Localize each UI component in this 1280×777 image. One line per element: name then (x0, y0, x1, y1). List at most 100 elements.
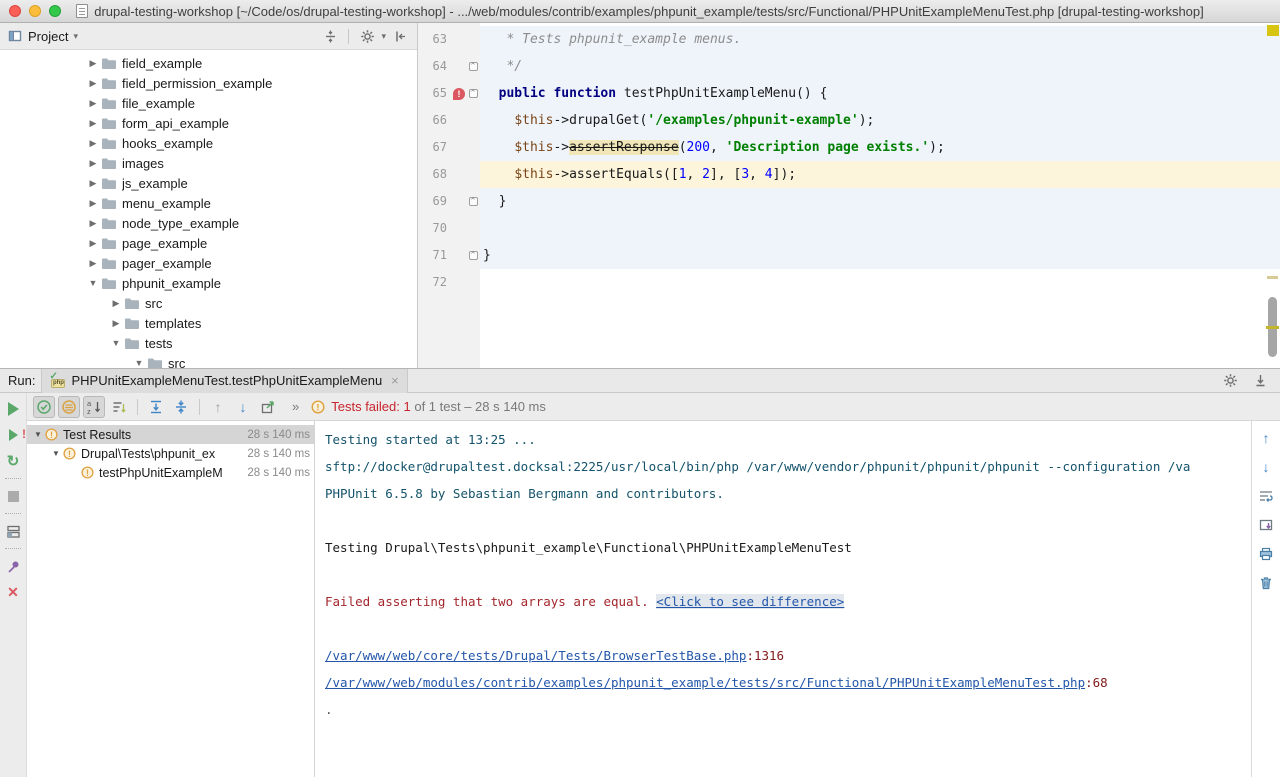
chevron-right-icon[interactable]: ▶ (85, 238, 101, 249)
project-tree-item[interactable]: ▶menu_example (0, 193, 417, 213)
soft-wrap-icon[interactable] (1257, 487, 1275, 505)
restore-layout-icon[interactable] (4, 522, 22, 540)
code-line[interactable]: } (480, 188, 1280, 215)
chevron-down-icon[interactable]: ▼ (85, 278, 101, 288)
code-line[interactable]: public function testPhpUnitExampleMenu()… (480, 80, 1280, 107)
code-line[interactable] (480, 269, 1280, 296)
svg-text:!: ! (86, 468, 89, 478)
chevron-right-icon[interactable]: ▶ (85, 218, 101, 229)
hide-panel-icon[interactable] (391, 27, 409, 45)
code-line[interactable]: } (480, 242, 1280, 269)
error-stripe-warning-mark[interactable] (1267, 25, 1279, 36)
chevron-right-icon[interactable]: ▶ (85, 98, 101, 109)
chevron-right-icon[interactable]: ▶ (85, 178, 101, 189)
project-tree-item[interactable]: ▶templates (0, 313, 417, 333)
code-line[interactable]: $this->assertResponse(200, 'Description … (480, 134, 1280, 161)
test-warning-icon: ! (63, 447, 78, 460)
test-tree-item[interactable]: !testPhpUnitExampleM28 s 140 ms (27, 463, 314, 482)
gear-icon[interactable] (358, 27, 376, 45)
close-window-button[interactable] (9, 5, 21, 17)
stop-button[interactable] (4, 487, 22, 505)
rerun-button[interactable] (4, 400, 22, 418)
code-line[interactable]: */ (480, 53, 1280, 80)
pin-tab-icon[interactable] (4, 557, 22, 575)
chevron-right-icon[interactable]: ▶ (85, 198, 101, 209)
console-link[interactable]: <Click to see difference> (656, 594, 844, 609)
clear-all-icon[interactable] (1257, 574, 1275, 592)
chevron-right-icon[interactable]: ▶ (85, 58, 101, 69)
chevron-right-icon[interactable]: ▶ (85, 158, 101, 169)
project-tree-item[interactable]: ▶form_api_example (0, 113, 417, 133)
error-stripe-warning-line[interactable] (1266, 326, 1279, 329)
previous-failed-test-icon[interactable]: ↑ (207, 396, 229, 418)
show-passed-icon[interactable] (33, 396, 55, 418)
error-stripe-tick[interactable] (1267, 276, 1278, 279)
chevron-right-icon[interactable]: ▶ (85, 118, 101, 129)
project-tree-item[interactable]: ▶hooks_example (0, 133, 417, 153)
test-tree-item[interactable]: ▼!Test Results28 s 140 ms (27, 425, 314, 444)
close-icon[interactable]: × (391, 373, 399, 388)
gear-icon[interactable] (1220, 371, 1240, 391)
code-line[interactable]: $this->assertEquals([1, 2], [3, 4]); (480, 161, 1280, 188)
close-panel-icon[interactable]: ✕ (4, 583, 22, 601)
fold-marker-icon[interactable]: ^ (469, 89, 478, 98)
down-stack-trace-icon[interactable]: ↓ (1257, 458, 1275, 476)
sort-by-duration-icon[interactable] (108, 396, 130, 418)
fold-marker-icon[interactable]: ^ (469, 251, 478, 260)
test-tree-item[interactable]: ▼!Drupal\Tests\phpunit_ex28 s 140 ms (27, 444, 314, 463)
test-failed-icon[interactable]: ! (453, 88, 465, 100)
chevron-right-icon[interactable]: ▶ (85, 78, 101, 89)
console-link[interactable]: /var/www/web/core/tests/Drupal/Tests/Bro… (325, 648, 746, 663)
project-tree-item[interactable]: ▶field_permission_example (0, 73, 417, 93)
phpunit-run-config-icon: ✓ php (50, 373, 66, 388)
project-tree-item[interactable]: ▶images (0, 153, 417, 173)
console-link[interactable]: /var/www/web/modules/contrib/examples/ph… (325, 675, 1085, 690)
project-tree-item[interactable]: ▶field_example (0, 53, 417, 73)
chevron-right-icon[interactable]: ▶ (108, 298, 124, 309)
sort-alphabetically-icon[interactable]: az (83, 396, 105, 418)
code-line[interactable]: * Tests phpunit_example menus. (480, 26, 1280, 53)
chevron-right-icon[interactable]: ▶ (85, 258, 101, 269)
up-stack-trace-icon[interactable]: ↑ (1257, 429, 1275, 447)
chevron-down-icon[interactable]: ▾ (73, 31, 78, 42)
editor[interactable]: 63 * Tests phpunit_example menus.64^ */6… (418, 23, 1280, 368)
project-tree-item[interactable]: ▶file_example (0, 93, 417, 113)
toggle-auto-test-icon[interactable]: ↻ (4, 452, 22, 470)
chevron-down-icon[interactable]: ▼ (131, 358, 147, 368)
zoom-window-button[interactable] (49, 5, 61, 17)
project-tree-item[interactable]: ▼src (0, 353, 417, 368)
collapse-all-icon[interactable] (170, 396, 192, 418)
more-actions-icon[interactable]: » (292, 399, 300, 414)
next-failed-test-icon[interactable]: ↓ (232, 396, 254, 418)
folder-icon (124, 297, 140, 310)
chevron-right-icon[interactable]: ▶ (85, 138, 101, 149)
chevron-down-icon[interactable]: ▼ (108, 338, 124, 348)
chevron-down-icon[interactable]: ▼ (31, 430, 45, 439)
scroll-from-source-icon[interactable] (321, 27, 339, 45)
scroll-to-end-icon[interactable] (1257, 516, 1275, 534)
print-icon[interactable] (1257, 545, 1275, 563)
fold-marker-icon[interactable]: ^ (469, 197, 478, 206)
project-tree-item[interactable]: ▼tests (0, 333, 417, 353)
show-ignored-icon[interactable] (58, 396, 80, 418)
project-panel-title[interactable]: Project (28, 29, 68, 44)
export-test-results-icon[interactable] (257, 396, 279, 418)
run-tab[interactable]: ✓ php PHPUnitExampleMenuTest.testPhpUnit… (41, 369, 407, 393)
project-tree-item[interactable]: ▶page_example (0, 233, 417, 253)
fold-marker-icon[interactable]: ^ (469, 62, 478, 71)
project-tree-item[interactable]: ▼phpunit_example (0, 273, 417, 293)
chevron-right-icon[interactable]: ▶ (108, 318, 124, 329)
chevron-down-icon[interactable]: ▾ (381, 31, 386, 42)
project-tree-item[interactable]: ▶node_type_example (0, 213, 417, 233)
chevron-down-icon[interactable]: ▼ (49, 449, 63, 458)
minimize-panel-icon[interactable] (1250, 371, 1270, 391)
code-line[interactable]: $this->drupalGet('/examples/phpunit-exam… (480, 107, 1280, 134)
project-tree-item[interactable]: ▶js_example (0, 173, 417, 193)
project-tree-item[interactable]: ▶pager_example (0, 253, 417, 273)
code-line[interactable] (480, 215, 1280, 242)
project-tree-item[interactable]: ▶src (0, 293, 417, 313)
minimize-window-button[interactable] (29, 5, 41, 17)
rerun-failed-tests-button[interactable]: ! (4, 426, 22, 444)
expand-all-icon[interactable] (145, 396, 167, 418)
run-console[interactable]: Testing started at 13:25 ...sftp://docke… (315, 421, 1251, 777)
